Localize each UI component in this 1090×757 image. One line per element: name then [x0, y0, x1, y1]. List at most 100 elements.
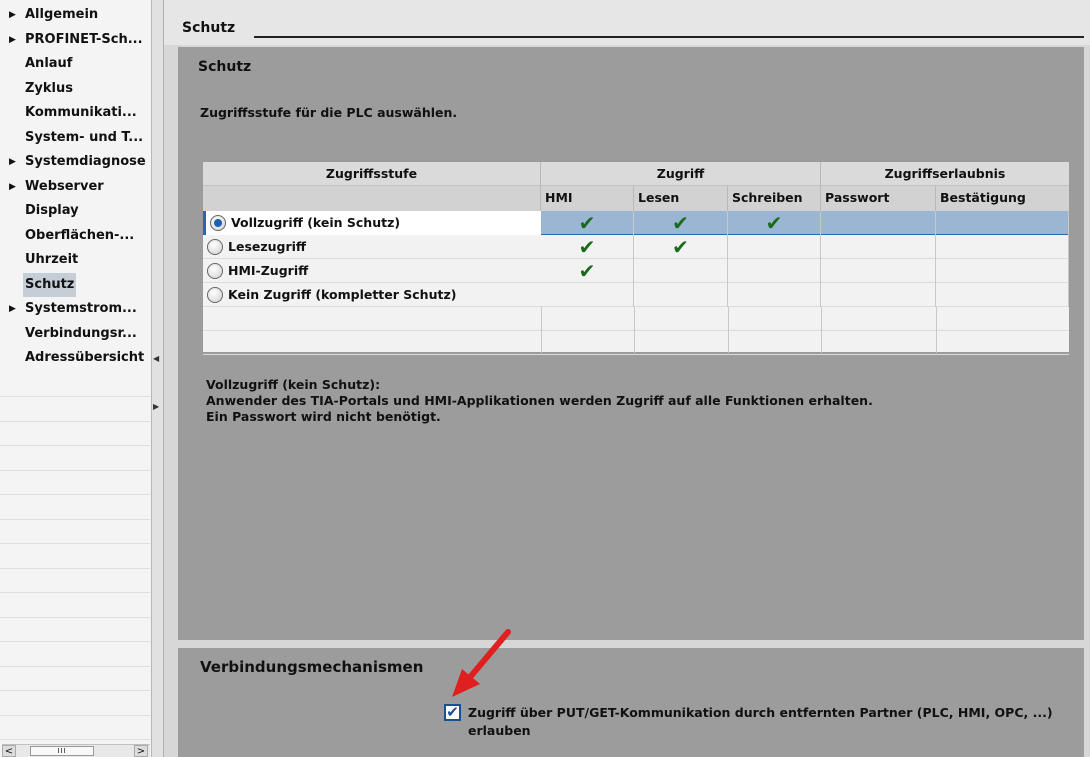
access-level-cell[interactable]: Lesezugriff — [203, 235, 541, 259]
putget-label[interactable]: Zugriff über PUT/GET-Kommunikation durch… — [468, 704, 1068, 740]
putget-checkbox[interactable]: ✔ — [444, 704, 461, 721]
sidebar-item-label: Systemstrom... — [25, 301, 137, 316]
nav-separator — [0, 543, 150, 544]
access-level-cell[interactable]: Kein Zugriff (kompletter Schutz) — [203, 283, 541, 307]
scroll-thumb[interactable]: III — [30, 746, 94, 756]
sidebar-item-label: Display — [25, 203, 79, 218]
sidebar-item-label: PROFINET-Sch... — [25, 31, 143, 47]
sidebar-item-label: Allgemein — [25, 7, 99, 22]
sidebar-item-label: System- und T... — [25, 129, 144, 145]
sidebar-item[interactable]: Verbindungsr... — [0, 322, 150, 346]
grid-line — [541, 307, 542, 353]
panel-splitter[interactable]: ◀ ▶ — [152, 0, 164, 757]
scroll-right-button[interactable]: > — [134, 745, 148, 757]
access-level-radio[interactable] — [210, 215, 226, 231]
verbindung-title: Verbindungsmechanismen — [200, 658, 424, 676]
nav-separator — [0, 396, 150, 397]
expand-arrow-icon[interactable]: ▶ — [9, 3, 16, 27]
sidebar-item[interactable]: Kommunikati... — [0, 101, 150, 125]
schutz-instruction: Zugriffsstufe für die PLC auswählen. — [200, 105, 458, 120]
verbindungsmechanismen-panel: Verbindungsmechanismen ✔ Zugriff über PU… — [178, 648, 1084, 757]
grid-line — [936, 307, 937, 353]
cell-schreiben: ✔ — [728, 211, 821, 235]
cell-empty — [821, 283, 936, 307]
sidebar-item[interactable]: ▶ Webserver — [0, 175, 150, 199]
access-row[interactable]: Kein Zugriff (kompletter Schutz) — [203, 283, 1069, 307]
sidebar-item-label: Systemdiagnose — [25, 154, 146, 169]
nav-separator — [0, 518, 150, 520]
nav-separator — [0, 616, 150, 618]
column-schreiben: Schreiben — [728, 186, 821, 211]
access-level-radio[interactable] — [207, 239, 223, 255]
access-level-radio[interactable] — [207, 263, 223, 279]
sidebar-item[interactable]: Anlauf — [0, 52, 150, 76]
cell-empty — [821, 235, 936, 259]
sidebar-item[interactable]: Zyklus — [0, 77, 150, 101]
sidebar-item-label: Webserver — [25, 178, 104, 194]
nav-separator — [0, 494, 150, 495]
main-content: Schutz Schutz Zugriffsstufe für die PLC … — [164, 0, 1090, 757]
column-hmi: HMI — [541, 186, 634, 211]
sidebar-item[interactable]: ▶ Systemdiagnose — [0, 150, 150, 174]
expand-arrow-icon[interactable]: ▶ — [9, 150, 16, 174]
cell-empty — [821, 211, 936, 235]
empty-row — [203, 331, 1069, 355]
access-level-label: Lesezugriff — [228, 239, 307, 254]
sidebar-item-label: Zyklus — [25, 80, 73, 96]
access-row[interactable]: Lesezugriff ✔ ✔ — [203, 235, 1069, 259]
nav-separator — [0, 690, 150, 691]
cell-hmi: ✔ — [541, 211, 634, 235]
sidebar-item[interactable]: ▶ Systemstrom... — [0, 297, 150, 321]
sidebar-item-label: Oberflächen-... — [25, 227, 135, 243]
putget-label-line: erlauben — [468, 723, 531, 738]
column-passwort: Passwort — [821, 186, 936, 211]
access-level-cell[interactable]: Vollzugriff (kein Schutz) — [203, 211, 541, 235]
nav-separator — [0, 641, 150, 642]
scroll-left-button[interactable]: < — [2, 745, 16, 757]
sidebar-item[interactable]: Uhrzeit — [0, 248, 150, 272]
sidebar-item-label: Schutz — [23, 272, 77, 297]
sidebar-item[interactable]: Schutz — [0, 272, 150, 297]
page-title: Schutz — [182, 20, 236, 36]
access-level-cell[interactable]: HMI-Zugriff — [203, 259, 541, 283]
access-row[interactable]: Vollzugriff (kein Schutz) ✔ ✔ ✔ — [203, 211, 1069, 235]
schutz-title: Schutz — [198, 59, 252, 75]
sidebar-item[interactable]: Adressübersicht — [0, 346, 150, 370]
cell-schreiben — [728, 259, 821, 283]
access-level-radio[interactable] — [207, 287, 223, 303]
expand-right-icon[interactable]: ▶ — [153, 402, 159, 411]
header-zugriffserlaubnis: Zugriffserlaubnis — [821, 162, 1069, 186]
nav-separator — [0, 739, 150, 740]
sidebar-item[interactable]: System- und T... — [0, 126, 150, 150]
horizontal-scrollbar[interactable]: < III > — [2, 744, 150, 757]
sidebar-item-label: Verbindungsr... — [25, 325, 137, 341]
cell-lesen: ✔ — [634, 211, 728, 235]
expand-arrow-icon[interactable]: ▶ — [9, 297, 16, 321]
cell-empty — [936, 283, 1069, 307]
access-row[interactable]: HMI-Zugriff ✔ — [203, 259, 1069, 283]
cell-lesen — [634, 259, 728, 283]
expand-arrow-icon[interactable]: ▶ — [9, 28, 16, 52]
collapse-left-icon[interactable]: ◀ — [153, 354, 159, 363]
description-line: Ein Passwort wird nicht benötigt. — [206, 409, 441, 424]
header-divider — [254, 36, 1084, 38]
header-zugriffsstufe: Zugriffsstufe — [203, 162, 541, 186]
schutz-panel: Schutz Zugriffsstufe für die PLC auswähl… — [178, 47, 1084, 640]
description-title: Vollzugriff (kein Schutz): — [206, 377, 381, 392]
cell-empty — [821, 259, 936, 283]
cell-lesen: ✔ — [634, 235, 728, 259]
cell-schreiben — [728, 283, 821, 307]
sidebar-item[interactable]: ▶ Allgemein — [0, 3, 150, 27]
nav-separator — [0, 592, 150, 593]
sidebar-item[interactable]: ▶ PROFINET-Sch... — [0, 28, 150, 52]
nav-separator — [0, 420, 150, 422]
sidebar-item[interactable]: Oberflächen-... — [0, 224, 150, 248]
cell-empty — [936, 235, 1069, 259]
access-level-label: HMI-Zugriff — [228, 263, 309, 278]
subheader-blank — [203, 186, 541, 211]
expand-arrow-icon[interactable]: ▶ — [9, 175, 16, 199]
cell-hmi: ✔ — [541, 259, 634, 283]
cell-lesen — [634, 283, 728, 307]
access-level-table: Zugriffsstufe Zugriff Zugriffserlaubnis … — [202, 161, 1070, 355]
sidebar-item[interactable]: Display — [0, 199, 150, 223]
